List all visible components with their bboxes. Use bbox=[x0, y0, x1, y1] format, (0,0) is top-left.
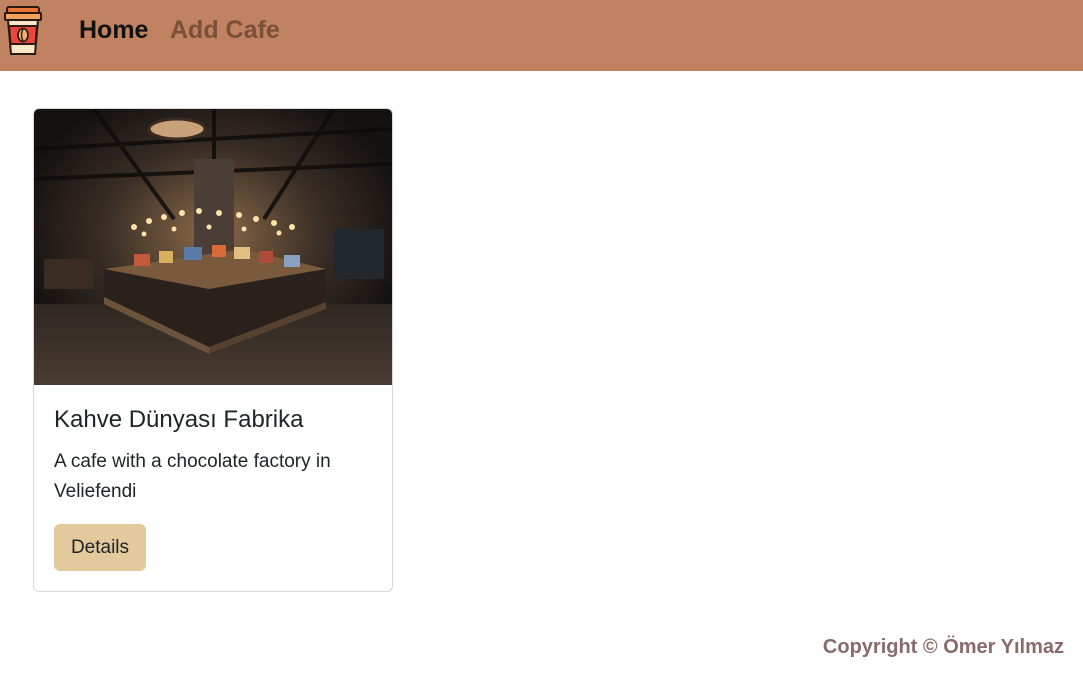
nav-add-cafe-link[interactable]: Add Cafe bbox=[170, 14, 280, 46]
coffee-cup-icon[interactable] bbox=[4, 4, 42, 56]
cafe-card: Kahve Dünyası Fabrika A cafe with a choc… bbox=[33, 108, 393, 592]
nav-home-link[interactable]: Home bbox=[79, 14, 148, 46]
card-title: Kahve Dünyası Fabrika bbox=[54, 406, 304, 433]
footer-copyright: Copyright © Ömer Yılmaz bbox=[822, 636, 1064, 658]
navbar: Home Add Cafe bbox=[0, 0, 1083, 71]
cafe-interior-image bbox=[34, 109, 392, 385]
details-button[interactable]: Details bbox=[54, 524, 146, 571]
card-description: A cafe with a chocolate factory in Velie… bbox=[54, 451, 331, 502]
